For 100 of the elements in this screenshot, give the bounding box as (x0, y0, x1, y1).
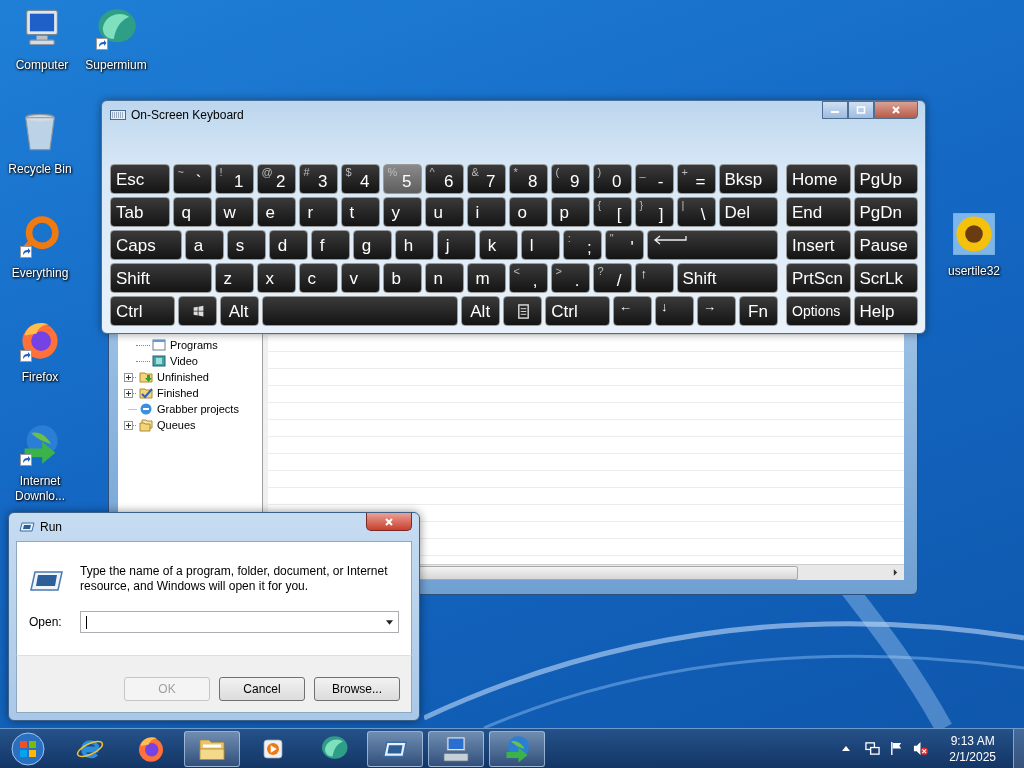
keyboard-key[interactable]: $ 4 (340, 164, 380, 194)
keyboard-key[interactable]: Del (718, 197, 778, 227)
keyboard-key[interactable]: End (786, 197, 851, 227)
keyboard-key[interactable]: f (310, 230, 350, 260)
keyboard-key[interactable]: v (340, 263, 380, 293)
keyboard-key[interactable]: r (298, 197, 338, 227)
dialog-button[interactable]: Browse... (314, 677, 400, 701)
tree-item[interactable]: Video (170, 355, 198, 367)
keyboard-key[interactable]: PrtScn (786, 263, 851, 293)
keyboard-key[interactable]: x (256, 263, 296, 293)
taskbar-button[interactable] (428, 730, 484, 767)
taskbar-button[interactable] (367, 730, 423, 767)
keyboard-key[interactable] (646, 230, 778, 260)
minimize-button[interactable] (822, 101, 848, 119)
keyboard-key[interactable]: → (697, 296, 736, 326)
keyboard-key[interactable]: p (550, 197, 590, 227)
keyboard-key[interactable]: m (466, 263, 506, 293)
desktop-icon-label[interactable]: Computer (15, 58, 69, 73)
keyboard-key[interactable]: Shift (110, 263, 212, 293)
keyboard-key[interactable]: * 8 (508, 164, 548, 194)
keyboard-key[interactable]: ScrLk (853, 263, 918, 293)
keyboard-key[interactable]: Alt (461, 296, 501, 326)
keyboard-key[interactable]: Esc (110, 164, 170, 194)
keyboard-key[interactable]: y (382, 197, 422, 227)
tree-item[interactable]: Unfinished (157, 371, 209, 383)
right-arrow-icon[interactable] (893, 569, 898, 576)
keyboard-key[interactable]: z (214, 263, 254, 293)
keyboard-key[interactable]: ( 9 (550, 164, 590, 194)
keyboard-key[interactable]: # 3 (298, 164, 338, 194)
keyboard-key[interactable]: Bksp (718, 164, 778, 194)
network-icon[interactable] (865, 741, 881, 756)
tree-item[interactable]: Finished (157, 387, 199, 399)
keyboard-key[interactable]: @ 2 (256, 164, 296, 194)
keyboard-key[interactable]: l (520, 230, 560, 260)
open-combo-field[interactable] (79, 611, 399, 633)
keyboard-key[interactable]: < , (508, 263, 548, 293)
keyboard-key[interactable]: j (436, 230, 476, 260)
keyboard-key[interactable]: q (172, 197, 212, 227)
keyboard-key[interactable] (177, 296, 217, 326)
keyboard-key[interactable]: ^ 6 (424, 164, 464, 194)
dialog-button[interactable]: Cancel (219, 677, 305, 701)
keyboard-key[interactable]: g (352, 230, 392, 260)
tree-item[interactable]: Queues (157, 419, 196, 431)
taskbar-button[interactable] (184, 730, 240, 767)
close-button[interactable] (366, 513, 412, 531)
speaker-muted-icon[interactable] (913, 741, 929, 756)
desktop-icon-label[interactable]: Recycle Bin (8, 162, 72, 177)
keyboard-key[interactable]: Ctrl (545, 296, 610, 326)
keyboard-key[interactable]: Ctrl (110, 296, 175, 326)
show-desktop-button[interactable] (1013, 729, 1024, 768)
keyboard-key[interactable]: a (184, 230, 224, 260)
keyboard-key[interactable]: t (340, 197, 380, 227)
keyboard-key[interactable]: i (466, 197, 506, 227)
close-button[interactable] (874, 101, 918, 119)
keyboard-key[interactable]: Tab (110, 197, 170, 227)
keyboard-key[interactable]: Options (786, 296, 851, 326)
keyboard-key[interactable]: _ - (634, 164, 674, 194)
keyboard-key[interactable]: Shift (676, 263, 778, 293)
desktop-icon-label[interactable]: Supermium (85, 58, 147, 73)
keyboard-key[interactable]: > . (550, 263, 590, 293)
keyboard-key[interactable]: PgDn (853, 197, 918, 227)
keyboard-key[interactable]: } ] (634, 197, 674, 227)
keyboard-key[interactable]: Help (853, 296, 918, 326)
keyboard-key[interactable]: : ; (562, 230, 602, 260)
clock[interactable]: 9:13 AM 2/1/2025 (949, 732, 996, 765)
keyboard-key[interactable]: ! 1 (214, 164, 254, 194)
keyboard-key[interactable]: ↑ (634, 263, 674, 293)
keyboard-key[interactable]: e (256, 197, 296, 227)
desktop-icon-label[interactable]: usertile32 (948, 264, 1000, 279)
desktop-icon-label[interactable]: Everything (11, 266, 69, 281)
maximize-button[interactable] (848, 101, 874, 119)
keyboard-key[interactable]: Insert (786, 230, 851, 260)
keyboard-key[interactable]: Alt (219, 296, 259, 326)
keyboard-key[interactable]: c (298, 263, 338, 293)
keyboard-key[interactable]: d (268, 230, 308, 260)
keyboard-key[interactable]: u (424, 197, 464, 227)
keyboard-key[interactable]: ? / (592, 263, 632, 293)
keyboard-key[interactable]: " ' (604, 230, 644, 260)
keyboard-key[interactable]: Home (786, 164, 851, 194)
keyboard-key[interactable]: b (382, 263, 422, 293)
keyboard-key[interactable]: n (424, 263, 464, 293)
keyboard-key[interactable]: s (226, 230, 266, 260)
keyboard-key[interactable]: ↓ (655, 296, 694, 326)
desktop-icon-label[interactable]: Internet Downlo... (5, 474, 75, 504)
keyboard-key[interactable]: Fn (739, 296, 778, 326)
keyboard-key[interactable]: & 7 (466, 164, 506, 194)
keyboard-key[interactable] (503, 296, 543, 326)
tree-item[interactable]: Grabber projects (157, 403, 239, 415)
keyboard-key[interactable]: ← (613, 296, 652, 326)
keyboard-key[interactable]: Caps (110, 230, 182, 260)
up-arrow-icon[interactable] (842, 746, 851, 751)
expand-icon[interactable] (124, 420, 137, 430)
desktop-icon-label[interactable]: Firefox (21, 370, 59, 385)
keyboard-key[interactable]: PgUp (853, 164, 918, 194)
keyboard-key[interactable] (261, 296, 459, 326)
keyboard-key[interactable]: + = (676, 164, 716, 194)
keyboard-key[interactable]: k (478, 230, 518, 260)
keyboard-key[interactable]: % 5 (382, 164, 422, 194)
keyboard-key[interactable]: o (508, 197, 548, 227)
expand-icon[interactable] (124, 372, 137, 382)
